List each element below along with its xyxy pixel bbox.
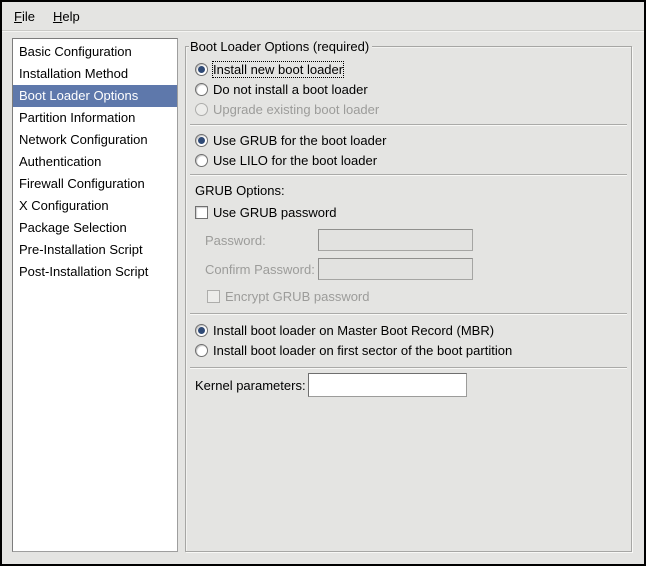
radio-install-new-boot-loader[interactable]: Install new boot loader <box>195 59 623 79</box>
radio-do-not-install-boot-loader[interactable]: Do not install a boot loader <box>195 79 623 99</box>
menubar: File Help <box>2 2 644 31</box>
checkbox-use-grub-password[interactable]: Use GRUB password <box>195 202 623 222</box>
radio-label: Do not install a boot loader <box>213 82 368 97</box>
sidebar-item-pre-installation-script[interactable]: Pre-Installation Script <box>13 239 177 261</box>
sidebar-item-package-selection[interactable]: Package Selection <box>13 217 177 239</box>
menu-file-hotkey: F <box>14 9 22 24</box>
radio-label: Install boot loader on first sector of t… <box>213 343 512 358</box>
checkbox-label: Use GRUB password <box>213 205 337 220</box>
checkbox-icon <box>195 206 208 219</box>
radio-label: Use LILO for the boot loader <box>213 153 377 168</box>
confirm-password-row: Confirm Password: <box>205 258 623 280</box>
checkbox-label: Encrypt GRUB password <box>225 289 370 304</box>
radio-icon <box>195 103 208 116</box>
sidebar-item-network-configuration[interactable]: Network Configuration <box>13 129 177 151</box>
radio-install-on-first-sector[interactable]: Install boot loader on first sector of t… <box>195 340 623 360</box>
radio-icon <box>195 344 208 357</box>
menu-help[interactable]: Help <box>44 4 89 29</box>
sidebar-item-authentication[interactable]: Authentication <box>13 151 177 173</box>
radio-icon <box>195 134 208 147</box>
separator <box>190 313 627 315</box>
radio-icon <box>195 154 208 167</box>
sidebar-item-post-installation-script[interactable]: Post-Installation Script <box>13 261 177 283</box>
kernel-parameters-input[interactable] <box>308 373 467 397</box>
separator <box>190 124 627 126</box>
sidebar-item-basic-configuration[interactable]: Basic Configuration <box>13 41 177 63</box>
radio-use-lilo[interactable]: Use LILO for the boot loader <box>195 150 623 170</box>
category-list: Basic Configuration Installation Method … <box>12 38 178 552</box>
radio-icon <box>195 324 208 337</box>
sidebar-item-x-configuration[interactable]: X Configuration <box>13 195 177 217</box>
password-row: Password: <box>205 229 623 251</box>
password-label: Password: <box>205 233 318 248</box>
sidebar-item-installation-method[interactable]: Installation Method <box>13 63 177 85</box>
radio-upgrade-existing-boot-loader: Upgrade existing boot loader <box>195 99 623 119</box>
grub-options-heading: GRUB Options: <box>195 183 623 199</box>
frame-title: Boot Loader Options (required) <box>189 39 372 54</box>
separator <box>190 367 627 369</box>
kernel-parameters-label: Kernel parameters: <box>195 378 308 393</box>
boot-loader-options-frame: Boot Loader Options (required) Install n… <box>185 46 632 552</box>
password-input <box>318 229 473 251</box>
checkbox-icon <box>207 290 220 303</box>
sidebar-item-firewall-configuration[interactable]: Firewall Configuration <box>13 173 177 195</box>
sidebar-item-boot-loader-options[interactable]: Boot Loader Options <box>13 85 177 107</box>
radio-icon <box>195 83 208 96</box>
sidebar-item-partition-information[interactable]: Partition Information <box>13 107 177 129</box>
menu-help-hotkey: H <box>53 9 62 24</box>
menu-help-label: elp <box>62 9 79 24</box>
radio-install-on-mbr[interactable]: Install boot loader on Master Boot Recor… <box>195 320 623 340</box>
confirm-password-input <box>318 258 473 280</box>
radio-label: Install boot loader on Master Boot Recor… <box>213 323 494 338</box>
menu-file-label: ile <box>22 9 35 24</box>
kernel-parameters-row: Kernel parameters: <box>195 373 623 397</box>
app-window: File Help Basic Configuration Installati… <box>0 0 646 566</box>
radio-icon <box>195 63 208 76</box>
separator <box>190 174 627 176</box>
radio-label: Use GRUB for the boot loader <box>213 133 386 148</box>
window-content: File Help Basic Configuration Installati… <box>2 2 644 564</box>
menu-file[interactable]: File <box>5 4 44 29</box>
radio-label: Install new boot loader <box>213 62 343 77</box>
confirm-password-label: Confirm Password: <box>205 262 318 277</box>
main-area: Basic Configuration Installation Method … <box>2 31 644 564</box>
radio-label: Upgrade existing boot loader <box>213 102 379 117</box>
radio-use-grub[interactable]: Use GRUB for the boot loader <box>195 130 623 150</box>
checkbox-encrypt-grub-password: Encrypt GRUB password <box>207 286 623 306</box>
